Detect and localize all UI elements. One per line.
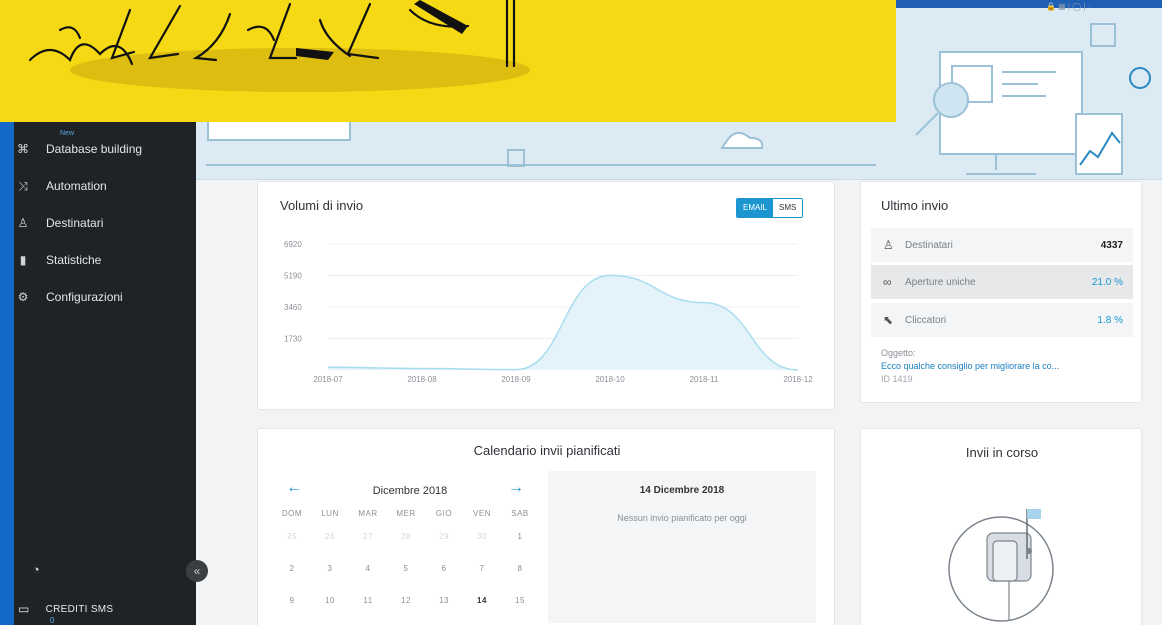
x-tick-label: 2018-08 <box>407 375 437 384</box>
calendar-card: Calendario invii pianificati ← Dicembre … <box>257 428 835 625</box>
weekday-header: GIO <box>435 509 453 518</box>
speedometer-icon[interactable]: ◔ <box>32 562 40 577</box>
weekday-header: VEN <box>473 509 491 518</box>
empty-schedule-message: Nessun invio pianificato per oggi <box>617 513 747 523</box>
sidebar-item-label: Database building <box>46 142 143 156</box>
sms-credits-value: 0 <box>50 616 55 625</box>
calendar-day[interactable]: 11 <box>352 596 384 605</box>
stat-label: Aperture uniche <box>905 276 976 288</box>
sidebar-item-label: Configurazioni <box>46 290 123 304</box>
calendar-title: Calendario invii pianificati <box>473 443 621 458</box>
y-tick-label: 3460 <box>284 303 302 312</box>
ultimo-invio-title: Ultimo invio <box>881 198 949 213</box>
selected-date: 14 Dicembre 2018 <box>639 485 725 496</box>
x-tick-label: 2018-11 <box>690 375 719 384</box>
sidebar-item-automation[interactable]: ⤨ Automation <box>14 170 196 202</box>
oggetto-link[interactable]: Ecco qualche consiglio per migliorare la… <box>881 361 1059 371</box>
calendar-day[interactable]: 9 <box>276 596 308 605</box>
calendar-day[interactable]: 26 <box>314 532 346 541</box>
calendar-day[interactable]: 30 <box>466 532 498 541</box>
stat-row-destinatari: ♙ Destinatari 4337 <box>871 228 1133 262</box>
glasses-icon: ∞ <box>883 275 892 289</box>
stat-row-cliccatori: ⬉ Cliccatori 1.8 % <box>871 303 1133 337</box>
sidebar-item-statistiche[interactable]: ▮ Statistiche <box>14 244 196 276</box>
mailbox-icon <box>948 509 1054 622</box>
sidebar-item-configurazioni[interactable]: ⚙ Configurazioni <box>14 281 196 313</box>
x-tick-label: 2018-07 <box>313 375 343 384</box>
sms-credits[interactable]: ▭ CREDITI SMS <box>14 600 113 618</box>
stat-label: Destinatari <box>905 239 953 251</box>
automation-icon: ⤨ <box>18 178 28 193</box>
collapse-sidebar-button[interactable]: « <box>186 560 208 582</box>
stat-row-aperture: ∞ Aperture uniche 21.0 % <box>871 265 1133 299</box>
stat-value: 4337 <box>1100 239 1123 251</box>
calendar-month: Dicembre 2018 <box>372 485 448 497</box>
ultimo-invio-card: Ultimo invio ♙ Destinatari 4337 ∞ Apertu… <box>860 181 1142 403</box>
calendar-day[interactable]: 2 <box>276 564 308 573</box>
calendar-day[interactable]: 5 <box>390 564 422 573</box>
database-icon: ⌘ <box>17 142 29 156</box>
calendar-day[interactable]: 12 <box>390 596 422 605</box>
calendar-day[interactable]: 7 <box>466 564 498 573</box>
y-tick-label: 6920 <box>284 240 302 249</box>
weekday-header: LUN <box>321 509 339 518</box>
y-tick-label: 1730 <box>284 335 302 344</box>
sidebar-item-label: Destinatari <box>46 216 104 230</box>
weekday-header: MER <box>396 509 416 518</box>
sidebar-item-label: Automation <box>46 179 107 193</box>
next-month-arrow-icon[interactable]: → <box>508 479 524 497</box>
promo-illustration <box>28 0 530 92</box>
x-tick-label: 2018-12 <box>783 375 813 384</box>
volumi-chart: 6920 5190 3460 1730 2018-07 2018-08 2018-09 201… <box>284 240 813 384</box>
calendar-day[interactable]: 6 <box>428 564 460 573</box>
sidebar-item-label: Statistiche <box>46 253 102 267</box>
stat-label: Cliccatori <box>905 314 947 326</box>
user-icon: ♙ <box>17 216 29 230</box>
top-user-icons[interactable]: 🔒 ▦ | ◯ | · <box>1046 2 1090 11</box>
calendar-day[interactable]: 28 <box>390 532 422 541</box>
stat-value: 1.8 % <box>1097 314 1123 326</box>
cursor-icon: ⬉ <box>883 313 894 327</box>
campaign-id: ID 1419 <box>881 374 913 384</box>
sms-credits-label: CREDITI SMS <box>45 603 114 615</box>
x-tick-label: 2018-10 <box>595 375 625 384</box>
stat-value: 21.0 % <box>1091 276 1123 288</box>
user-icon: ♙ <box>883 238 894 252</box>
calendar-day[interactable]: 15 <box>504 596 536 605</box>
calendar-day[interactable]: 14 <box>466 596 498 605</box>
calendar-day[interactable]: 10 <box>314 596 346 605</box>
calendar-day[interactable]: 4 <box>352 564 384 573</box>
volumi-card: Volumi di invio EMAIL SMS 6920 5190 3460 17… <box>257 181 835 410</box>
calendar-day[interactable]: 13 <box>428 596 460 605</box>
calendar-day[interactable]: 3 <box>314 564 346 573</box>
top-bar <box>880 0 1162 8</box>
weekday-header: DOM <box>281 509 303 518</box>
x-tick-label: 2018-09 <box>501 375 531 384</box>
weekday-header: MAR <box>358 509 378 518</box>
calendar-day[interactable]: 29 <box>428 532 460 541</box>
invii-in-corso-card: Invii in corso <box>860 428 1142 625</box>
sidebar-item-destinatari[interactable]: ♙ Destinatari <box>14 207 196 239</box>
sidebar-item-database-building[interactable]: ⌘ Database building <box>14 133 196 165</box>
oggetto-label: Oggetto: <box>881 348 916 358</box>
prev-month-arrow-icon[interactable]: ← <box>286 479 302 497</box>
gear-icon: ⚙ <box>17 290 29 304</box>
calendar-day[interactable]: 27 <box>352 532 384 541</box>
chat-icon: ▭ <box>18 602 30 616</box>
calendar-day[interactable]: 1 <box>504 532 536 541</box>
calendar-day[interactable]: 25 <box>276 532 308 541</box>
day-detail-panel: 14 Dicembre 2018 Nessun invio pianificat… <box>548 471 816 623</box>
promo-banner <box>0 0 896 122</box>
y-tick-label: 5190 <box>284 272 302 281</box>
stats-icon: ▮ <box>19 253 27 267</box>
weekday-header: SAB <box>511 509 529 518</box>
calendar-day[interactable]: 8 <box>504 564 536 573</box>
